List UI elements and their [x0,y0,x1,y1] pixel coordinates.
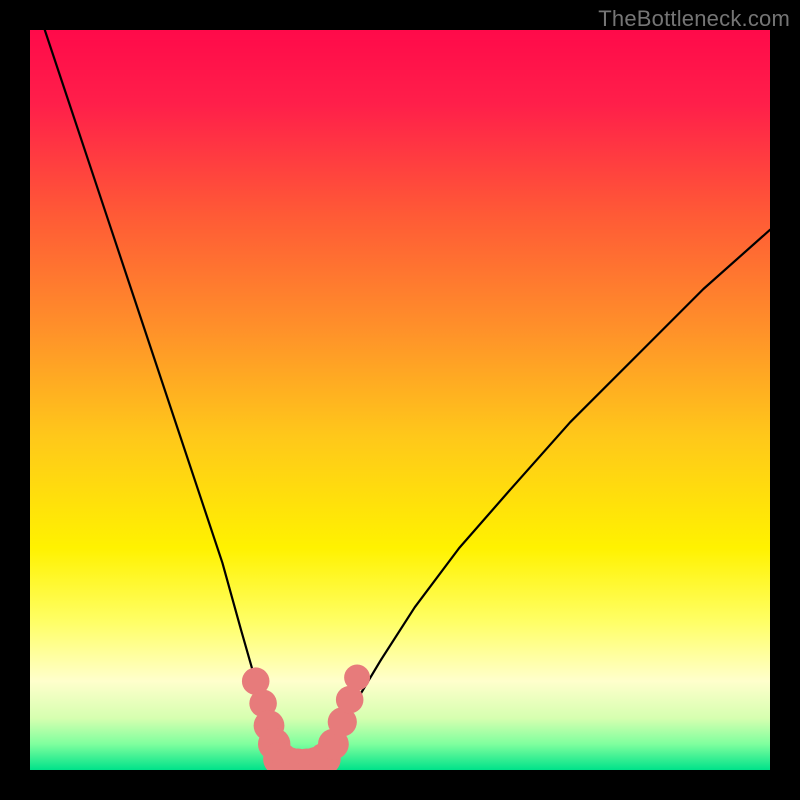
plot-area [30,30,770,770]
gradient-background [30,30,770,770]
valley-marker [344,665,370,691]
chart-frame: TheBottleneck.com [0,0,800,800]
attribution-text: TheBottleneck.com [598,6,790,32]
chart-svg [30,30,770,770]
